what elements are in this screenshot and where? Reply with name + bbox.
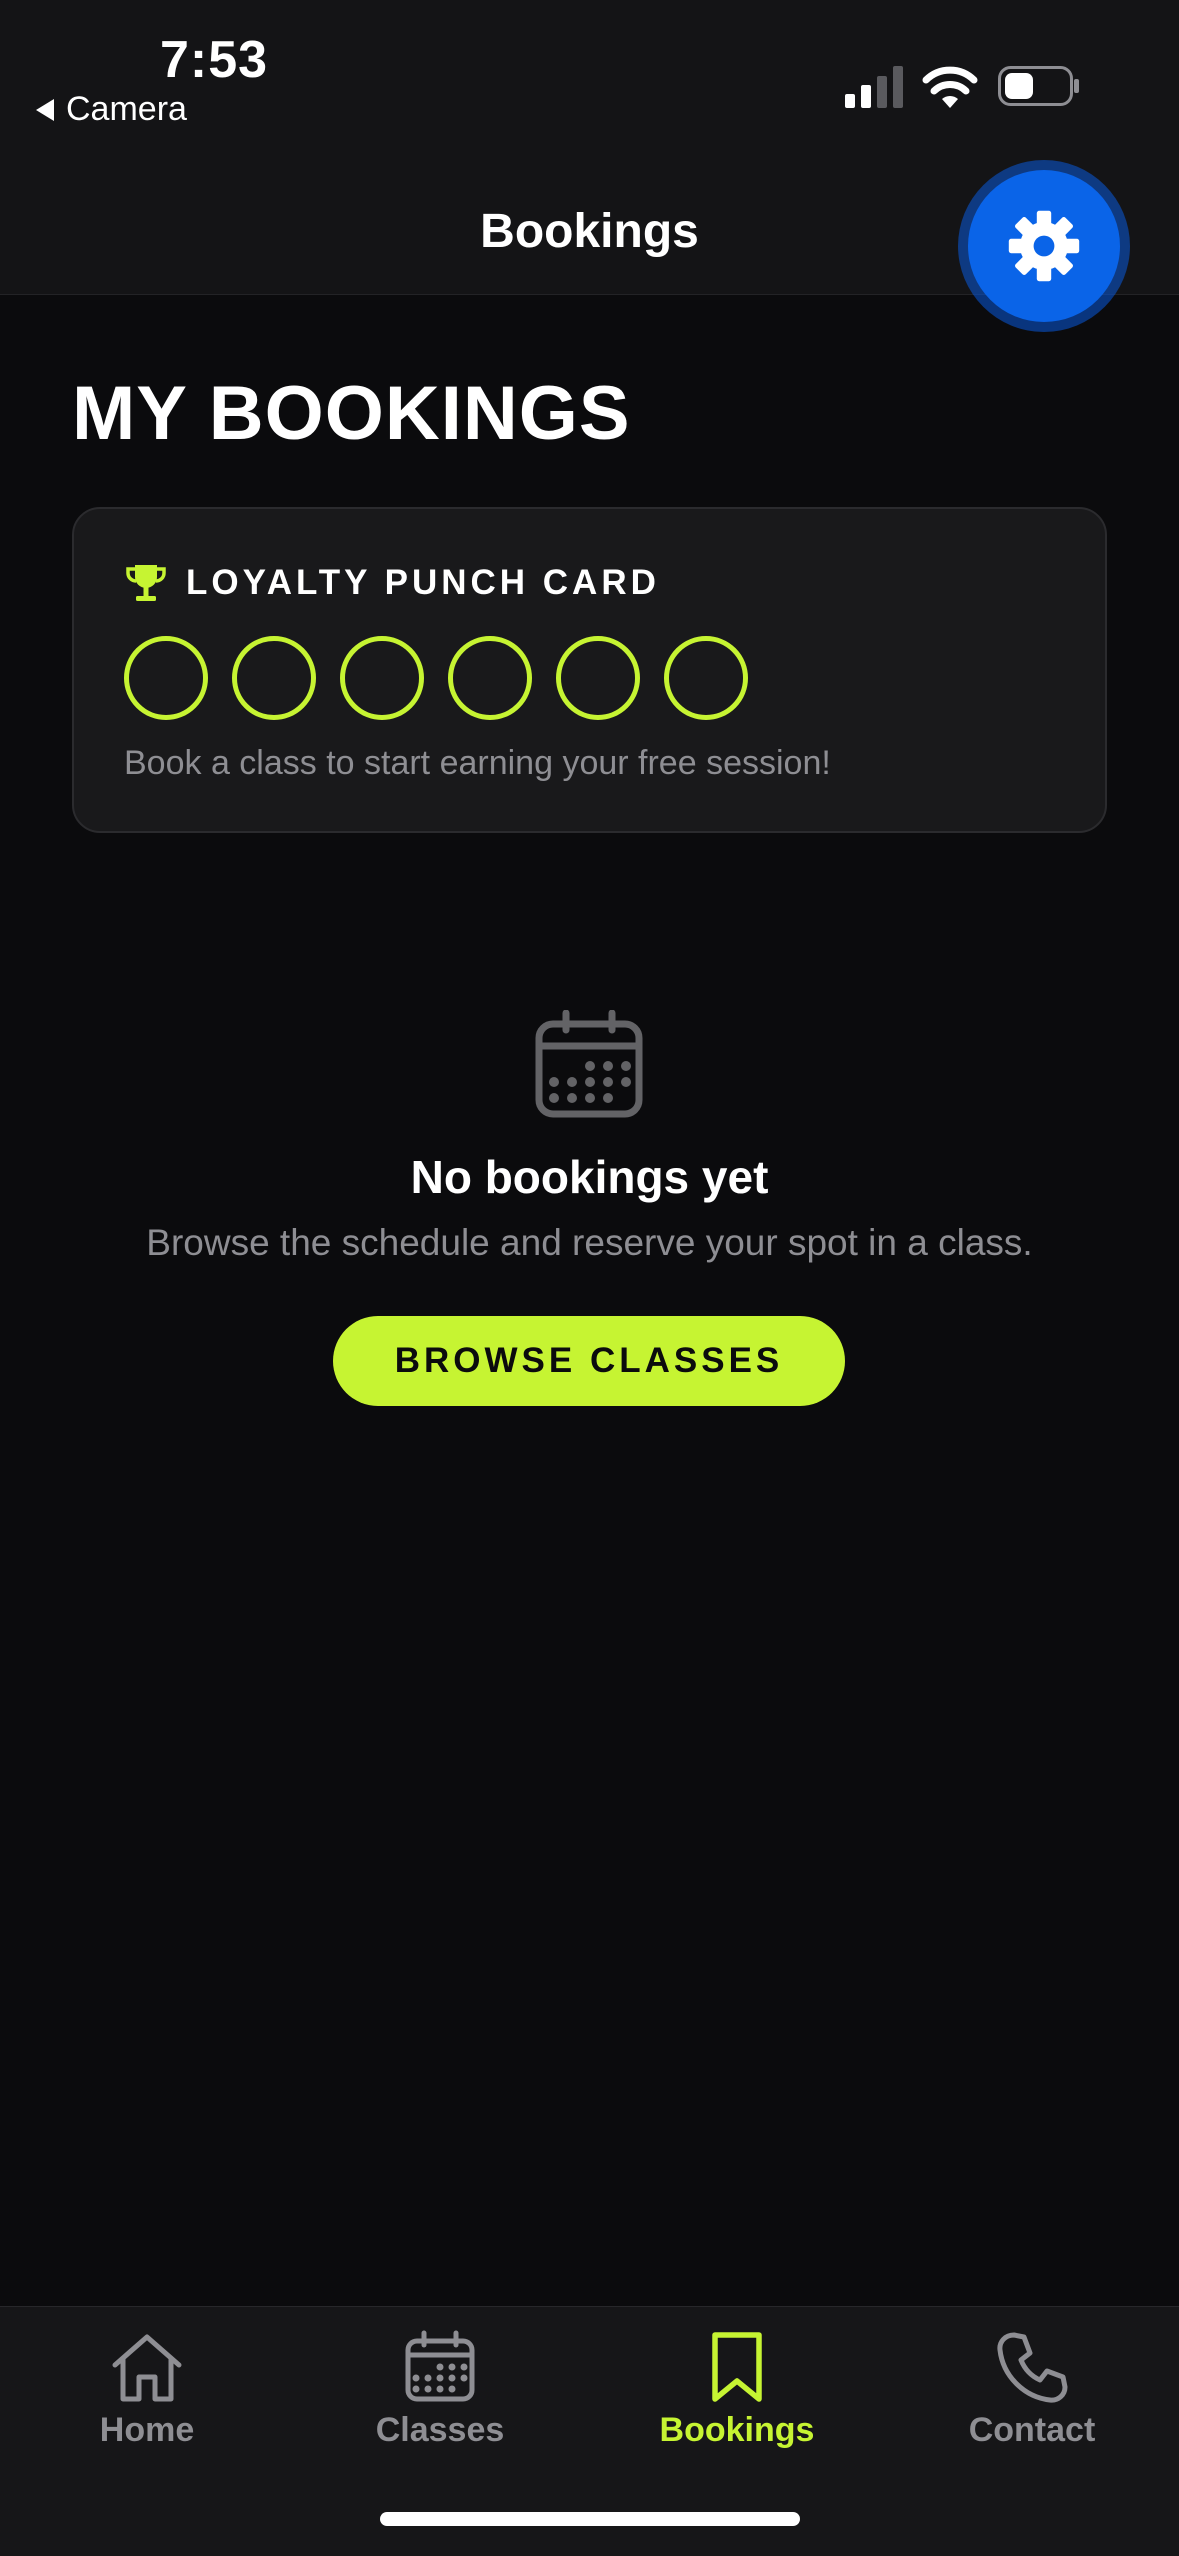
trophy-icon <box>126 565 166 601</box>
tab-home[interactable]: Home <box>27 2329 267 2450</box>
tab-label-home: Home <box>99 2411 195 2449</box>
punch-slot <box>340 636 424 720</box>
tab-bookings[interactable]: Bookings <box>617 2329 857 2450</box>
empty-state-text: Browse the schedule and reserve your spo… <box>146 1222 1033 1263</box>
bookmark-icon <box>712 2332 762 2402</box>
punch-slot <box>556 636 640 720</box>
loyalty-hint: Book a class to start earning your free … <box>124 744 831 782</box>
browse-classes-button[interactable]: BROWSE CLASSES <box>333 1316 845 1406</box>
punch-slot <box>664 636 748 720</box>
empty-state-title: No bookings yet <box>410 1151 769 1203</box>
loyalty-punch-card: LOYALTY PUNCH CARD Book a class to start… <box>72 507 1107 833</box>
tab-label-contact: Contact <box>968 2411 1096 2449</box>
wifi-icon <box>922 66 978 108</box>
screen: 7:53 Camera Bookings MY BOOKINGS LOYALTY… <box>0 0 1179 2556</box>
tab-contact[interactable]: Contact <box>912 2329 1152 2450</box>
loyalty-title: LOYALTY PUNCH CARD <box>186 563 660 602</box>
punch-slot <box>232 636 316 720</box>
punch-slots <box>124 636 748 720</box>
phone-icon <box>997 2332 1068 2403</box>
punch-slot <box>448 636 532 720</box>
tab-label-bookings: Bookings <box>659 2411 815 2449</box>
home-icon <box>112 2334 182 2402</box>
status-bar: 7:53 Camera <box>0 0 1179 140</box>
status-time: 7:53 <box>160 31 269 89</box>
page-title: MY BOOKINGS <box>72 371 631 456</box>
loyalty-header: LOYALTY PUNCH CARD <box>124 561 660 605</box>
punch-slot <box>124 636 208 720</box>
back-arrow-icon <box>36 98 54 121</box>
settings-button[interactable] <box>968 170 1120 322</box>
home-indicator <box>380 2512 800 2526</box>
gear-icon <box>1008 210 1080 282</box>
calendar-icon <box>535 1010 643 1118</box>
battery-icon <box>998 66 1079 106</box>
calendar-icon <box>405 2330 475 2402</box>
back-app-label: Camera <box>66 90 187 128</box>
cellular-signal-icon <box>845 66 903 108</box>
tab-label-classes: Classes <box>375 2411 505 2449</box>
tab-classes[interactable]: Classes <box>320 2329 560 2450</box>
back-to-camera-link[interactable]: Camera <box>36 90 187 129</box>
